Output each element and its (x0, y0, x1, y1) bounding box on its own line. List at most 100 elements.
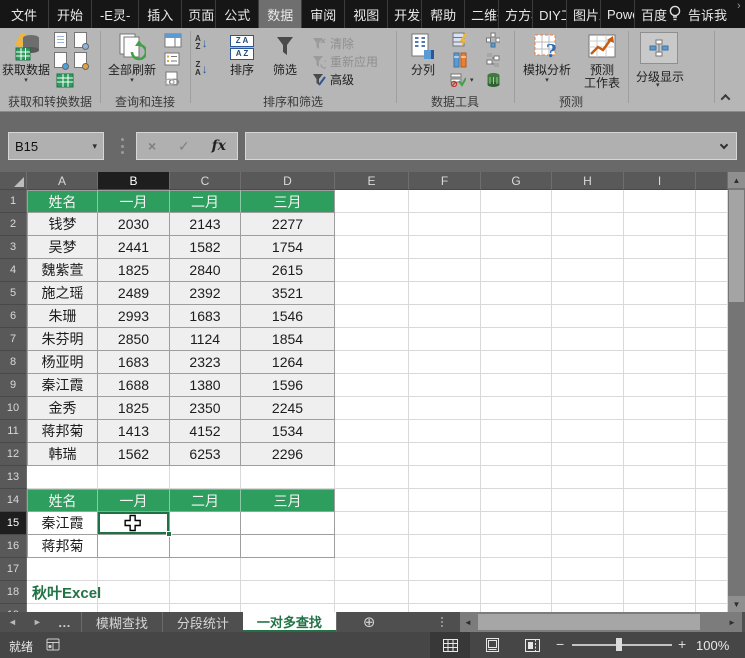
recent-sources-icon[interactable] (74, 32, 87, 48)
cell[interactable] (481, 512, 552, 535)
zoom-slider-handle[interactable] (616, 638, 622, 651)
cell[interactable] (624, 558, 696, 581)
cell[interactable] (624, 374, 696, 397)
cell[interactable] (481, 282, 552, 305)
cell[interactable]: 杨亚明 (27, 351, 98, 374)
cell[interactable] (335, 374, 409, 397)
cell[interactable]: 1582 (170, 236, 241, 259)
row-header-3[interactable]: 3 (0, 236, 27, 259)
table-header-cell[interactable]: 一月 (98, 190, 170, 213)
column-header-B[interactable]: B (98, 172, 170, 190)
ribbon-tab-Power[interactable]: Power (600, 0, 634, 28)
cell[interactable] (409, 489, 481, 512)
cell[interactable] (481, 259, 552, 282)
cell[interactable] (624, 282, 696, 305)
cell[interactable]: 1596 (241, 374, 335, 397)
row-header-6[interactable]: 6 (0, 305, 27, 328)
cell[interactable]: 金秀 (27, 397, 98, 420)
row-header-2[interactable]: 2 (0, 213, 27, 236)
cell[interactable] (696, 512, 728, 535)
column-header-D[interactable]: D (241, 172, 335, 190)
cell[interactable] (241, 535, 335, 558)
cell[interactable] (481, 374, 552, 397)
cell[interactable]: 6253 (170, 443, 241, 466)
cell[interactable] (696, 558, 728, 581)
tell-me-area[interactable]: 告诉我 (668, 0, 737, 28)
row-header-12[interactable]: 12 (0, 443, 27, 466)
ribbon-tab-图片工具[interactable]: 图片工具 (566, 0, 600, 28)
cell[interactable]: 吴梦 (27, 236, 98, 259)
cell[interactable] (409, 305, 481, 328)
from-table-icon[interactable] (74, 52, 87, 68)
row-header-7[interactable]: 7 (0, 328, 27, 351)
cell[interactable] (696, 213, 728, 236)
row-header-9[interactable]: 9 (0, 374, 27, 397)
table-header-cell[interactable]: 三月 (241, 489, 335, 512)
cell[interactable]: 1754 (241, 236, 335, 259)
consolidate-icon[interactable] (486, 32, 500, 48)
horizontal-scrollbar[interactable]: ◄ ► (460, 612, 742, 632)
cell[interactable] (481, 351, 552, 374)
cell[interactable] (552, 420, 624, 443)
from-range-icon[interactable] (56, 73, 74, 88)
cell[interactable] (552, 328, 624, 351)
cell[interactable]: 2615 (241, 259, 335, 282)
table-header-cell[interactable]: 姓名 (27, 489, 98, 512)
cell[interactable] (335, 558, 409, 581)
cell[interactable] (481, 420, 552, 443)
cell[interactable] (335, 190, 409, 213)
row-header-1[interactable]: 1 (0, 190, 27, 213)
cell[interactable]: 4152 (170, 420, 241, 443)
cell[interactable] (98, 581, 170, 604)
row-header-19[interactable]: 19 (0, 604, 27, 612)
cell[interactable]: 1264 (241, 351, 335, 374)
sheet-nav-left-icon[interactable]: ◄ (0, 612, 25, 632)
column-header-F[interactable]: F (409, 172, 481, 190)
scroll-left-icon[interactable]: ◄ (460, 612, 476, 632)
cell[interactable]: 1534 (241, 420, 335, 443)
cell[interactable] (481, 558, 552, 581)
cell[interactable] (552, 259, 624, 282)
cell[interactable]: 3521 (241, 282, 335, 305)
cell[interactable] (624, 512, 696, 535)
cell[interactable] (696, 259, 728, 282)
ribbon-tab-百度网盘[interactable]: 百度网盘 (634, 0, 668, 28)
cell[interactable] (335, 328, 409, 351)
cell[interactable] (696, 374, 728, 397)
cell[interactable] (409, 328, 481, 351)
ribbon-tab-审阅[interactable]: 审阅 (301, 0, 344, 28)
cell[interactable]: 2143 (170, 213, 241, 236)
table-header-cell[interactable]: 三月 (241, 190, 335, 213)
sort-ascending-icon[interactable]: AZ↓ (195, 35, 208, 51)
cell[interactable] (335, 213, 409, 236)
cell[interactable] (624, 213, 696, 236)
name-box[interactable]: B15 ▾ (8, 132, 104, 160)
column-header-A[interactable]: A (27, 172, 98, 190)
cell[interactable]: 魏紫萱 (27, 259, 98, 282)
cell[interactable] (335, 535, 409, 558)
cell[interactable]: 1124 (170, 328, 241, 351)
cell[interactable] (335, 489, 409, 512)
cell[interactable]: 蒋邦菊 (27, 535, 98, 558)
properties-icon[interactable] (164, 52, 180, 66)
ribbon-tab-开始[interactable]: 开始 (48, 0, 91, 28)
cell[interactable] (552, 558, 624, 581)
cell[interactable] (409, 558, 481, 581)
cell[interactable]: 钱梦 (27, 213, 98, 236)
cell[interactable]: 秦江霞 (27, 374, 98, 397)
cell[interactable] (552, 374, 624, 397)
ribbon-tab-二维码[interactable]: 二维码 (464, 0, 498, 28)
sheet-tab-分段统计[interactable]: 分段统计 (162, 612, 243, 632)
from-text-csv-icon[interactable] (54, 32, 67, 48)
ribbon-tab-公式[interactable]: 公式 (215, 0, 258, 28)
cell[interactable]: 1825 (98, 397, 170, 420)
row-header-5[interactable]: 5 (0, 282, 27, 305)
cell[interactable] (696, 236, 728, 259)
row-header-16[interactable]: 16 (0, 535, 27, 558)
cell[interactable] (696, 420, 728, 443)
fill-handle[interactable] (166, 531, 172, 537)
existing-connections-icon[interactable] (54, 52, 67, 68)
cell[interactable] (27, 466, 98, 489)
cell[interactable] (481, 604, 552, 612)
table-header-cell[interactable]: 二月 (170, 190, 241, 213)
